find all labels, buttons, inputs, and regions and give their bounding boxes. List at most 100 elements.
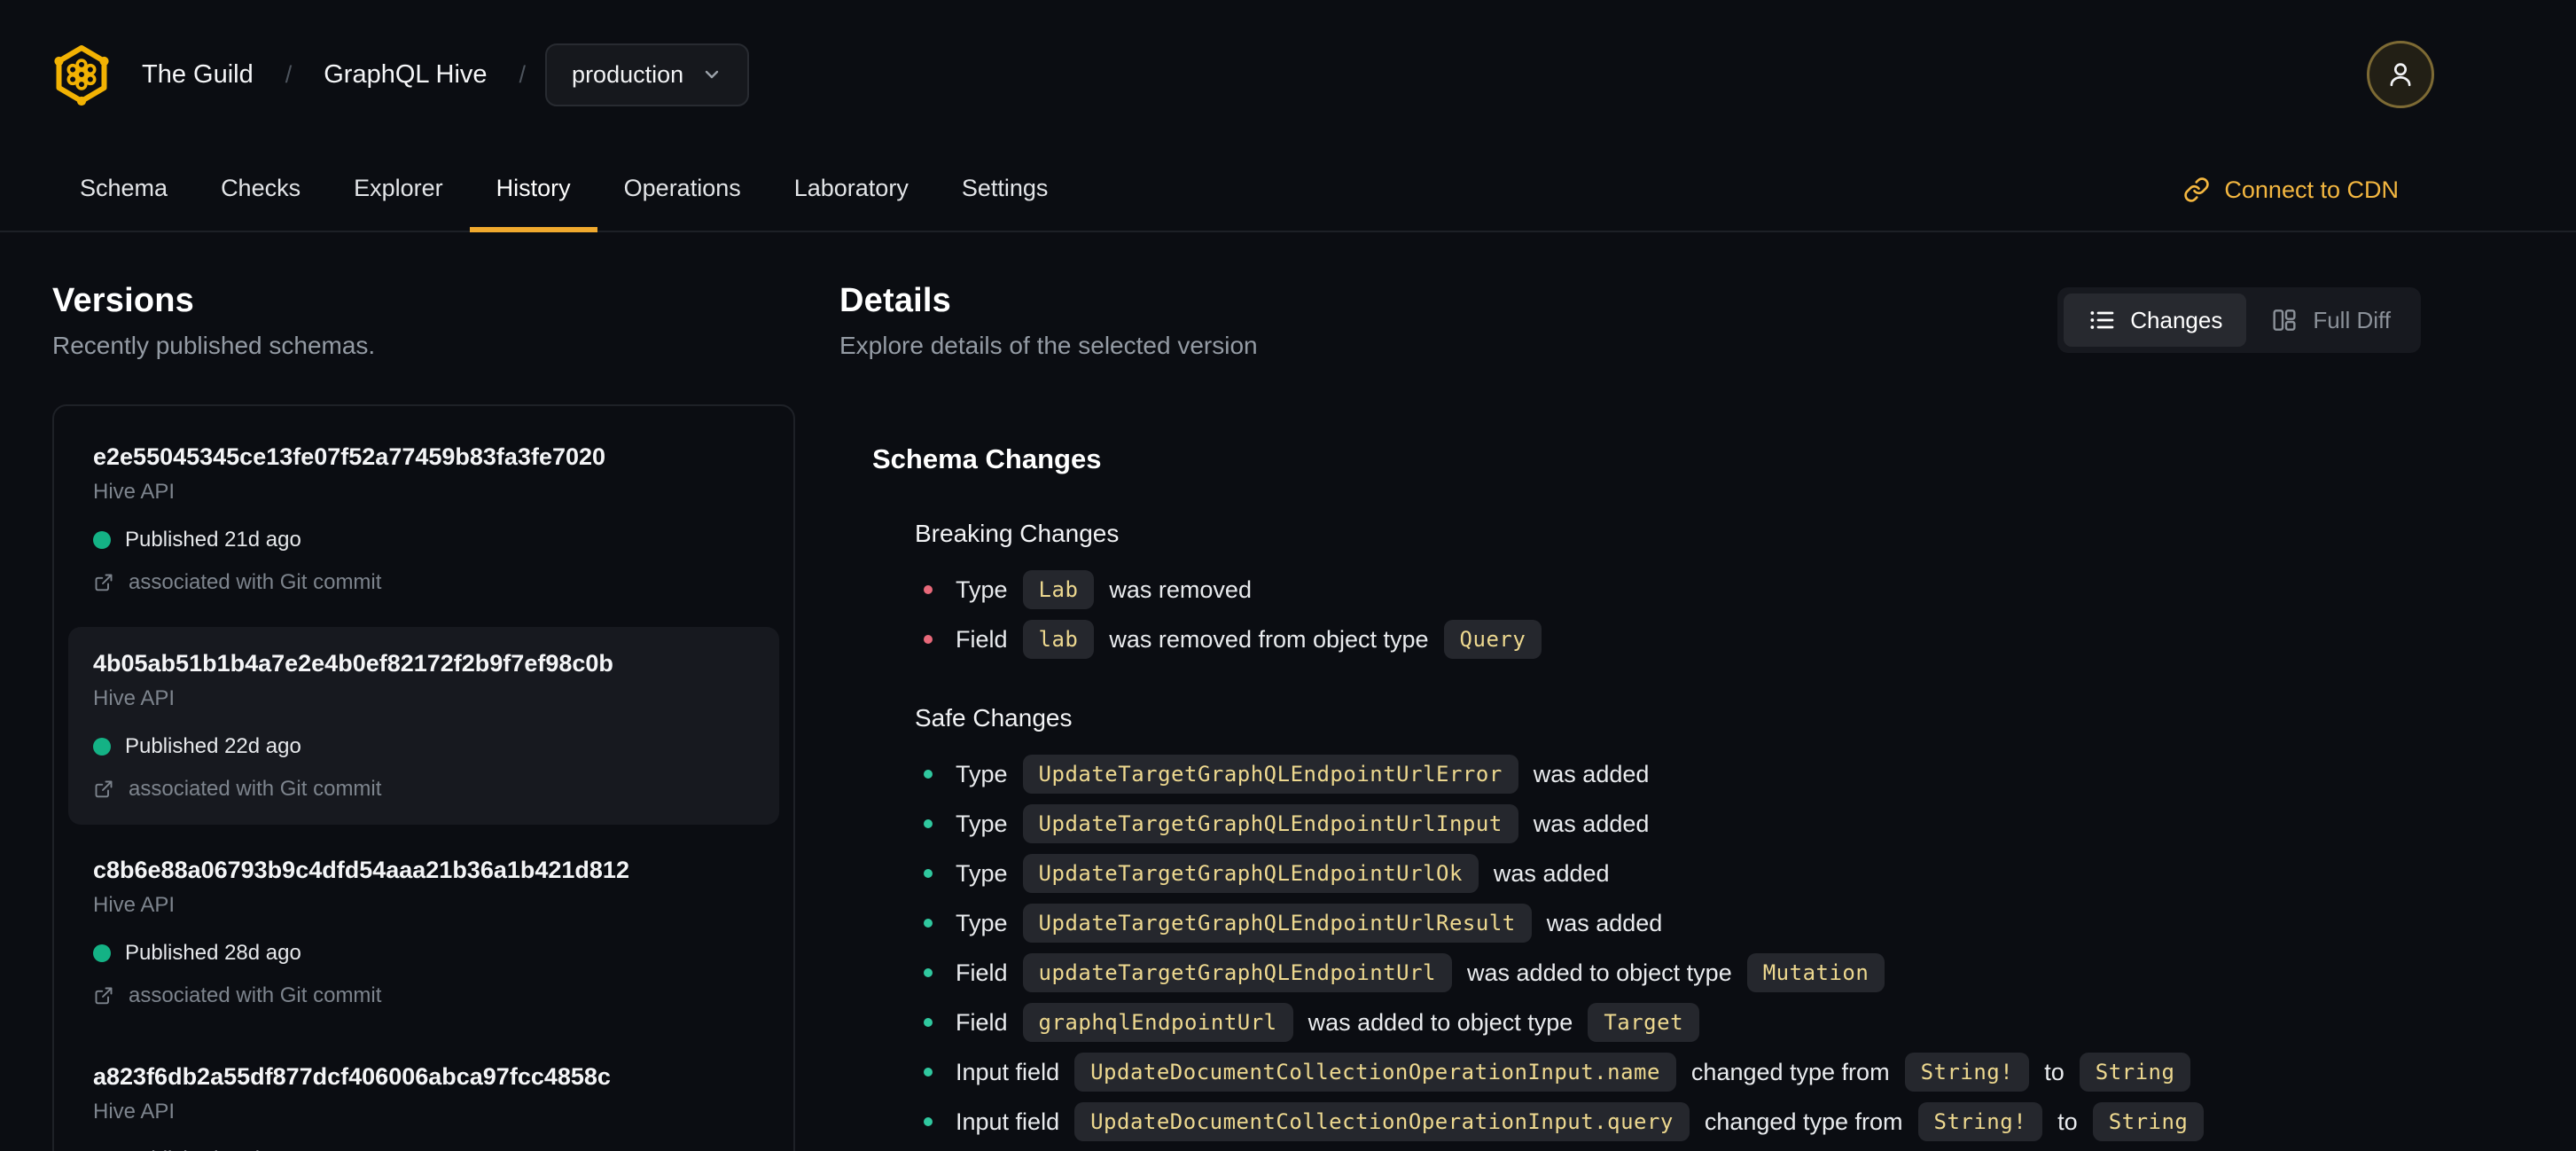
app-header: The Guild / GraphQL Hive / production xyxy=(0,0,2576,149)
breadcrumb-project[interactable]: GraphQL Hive xyxy=(324,60,487,90)
change-text: changed type from xyxy=(1690,1058,1890,1085)
change-bullet-icon xyxy=(924,770,933,779)
schema-change-item: Field updateTargetGraphQLEndpointUrl was a… xyxy=(915,952,2421,993)
tab-history[interactable]: History xyxy=(469,149,597,232)
details-header-text: Details Explore details of the selected … xyxy=(839,232,1258,360)
change-bullet-icon xyxy=(924,1018,933,1027)
published-status-dot xyxy=(93,531,111,549)
version-hash: a823f6db2a55df877dcf406006abca97fcc4858c xyxy=(93,1063,611,1090)
version-list-item[interactable]: a823f6db2a55df877dcf406006abca97fcc4858c… xyxy=(68,1040,779,1151)
version-hash: c8b6e88a06793b9c4dfd54aaa21b36a1b421d812 xyxy=(93,857,629,883)
tab-checks[interactable]: Checks xyxy=(194,149,327,232)
version-published-row: Published 28d ago xyxy=(93,941,754,966)
change-description: Type UpdateTargetGraphQLEndpointUrlError w… xyxy=(956,755,1649,794)
version-list-item[interactable]: c8b6e88a06793b9c4dfd54aaa21b36a1b421d812… xyxy=(68,834,779,1031)
version-published-row: Published 21d ago xyxy=(93,528,754,552)
history-page: Versions Recently published schemas. e2e… xyxy=(0,232,2576,1151)
code-chip: UpdateDocumentCollectionOperationInput.n… xyxy=(1074,1053,1676,1092)
schema-change-item: Input field UpdateDocumentCollectionOpera… xyxy=(915,1052,2421,1092)
code-chip: Lab xyxy=(1022,570,1095,609)
code-chip: graphqlEndpointUrl xyxy=(1022,1003,1293,1042)
git-commit-label: associated with Git commit xyxy=(129,983,382,1007)
change-text: changed type from xyxy=(1704,1108,1903,1135)
changes-view-button[interactable]: Changes xyxy=(2064,294,2247,347)
breaking-changes-list: Type Lab was removed Field lab was removed f… xyxy=(915,569,2421,660)
change-text: was added to object type xyxy=(1308,1008,1573,1036)
git-commit-link[interactable]: associated with Git commit xyxy=(93,777,754,802)
change-text: to xyxy=(2057,1108,2078,1135)
tab-explorer[interactable]: Explorer xyxy=(327,149,470,232)
details-subtitle: Explore details of the selected version xyxy=(839,332,1258,359)
versions-title: Versions xyxy=(52,282,195,319)
change-description: Field updateTargetGraphQLEndpointUrl was a… xyxy=(956,953,1885,992)
safe-changes-title: Safe Changes xyxy=(915,704,1073,732)
version-list-item[interactable]: 4b05ab51b1b4a7e2e4b0ef82172f2b9f7ef98c0b… xyxy=(68,627,779,825)
change-text: was added xyxy=(1493,859,1610,887)
code-chip: UpdateTargetGraphQLEndpointUrlError xyxy=(1022,755,1518,794)
split-columns-icon xyxy=(2273,309,2296,331)
breaking-changes-title: Breaking Changes xyxy=(915,520,1120,547)
code-chip: String xyxy=(2079,1053,2191,1092)
full-diff-view-button[interactable]: Full Diff xyxy=(2246,294,2415,347)
tab-settings[interactable]: Settings xyxy=(935,149,1075,232)
schema-changes-title: Schema Changes xyxy=(872,443,1102,474)
published-time-label: Published 22d ago xyxy=(125,734,301,758)
version-hash: 4b05ab51b1b4a7e2e4b0ef82172f2b9f7ef98c0b xyxy=(93,650,613,677)
change-description: Input field UpdateDocumentCollectionOpera… xyxy=(956,1102,2205,1141)
change-text: was added to object type xyxy=(1467,959,1732,986)
change-bullet-icon xyxy=(924,1117,933,1126)
schema-change-item: Type Lab was removed xyxy=(915,569,2421,610)
git-commit-link[interactable]: associated with Git commit xyxy=(93,570,754,595)
change-bullet-icon xyxy=(924,819,933,828)
target-nav: Schema Checks Explorer History Operations Lab… xyxy=(0,149,2576,232)
breadcrumb-separator: / xyxy=(519,60,527,88)
user-menu-button[interactable] xyxy=(2367,41,2434,108)
external-link-icon xyxy=(95,780,113,798)
schema-change-item: Type UpdateTargetGraphQLEndpointUrlError w… xyxy=(915,754,2421,795)
change-text: Type xyxy=(956,576,1008,603)
schema-change-item: Input field UpdateDocumentCollectionOpera… xyxy=(915,1101,2421,1142)
versions-subtitle: Recently published schemas. xyxy=(52,332,376,359)
breadcrumb-org[interactable]: The Guild xyxy=(142,60,254,90)
schema-change-item: Field lab was removed from object type Quer… xyxy=(915,619,2421,660)
code-chip: String xyxy=(2092,1102,2205,1141)
published-time-label: Published 21d ago xyxy=(125,528,301,552)
change-bullet-icon xyxy=(924,869,933,878)
change-bullet-icon xyxy=(924,635,933,644)
schema-change-item: Type UpdateTargetGraphQLEndpointUrlResult… xyxy=(915,903,2421,944)
version-service-name: Hive API xyxy=(93,686,176,710)
change-text: Input field xyxy=(956,1058,1060,1085)
full-diff-view-label: Full Diff xyxy=(2313,306,2391,333)
details-panel: Details Explore details of the selected … xyxy=(839,232,2421,1151)
version-service-name: Hive API xyxy=(93,893,176,917)
change-bullet-icon xyxy=(924,919,933,928)
tab-operations[interactable]: Operations xyxy=(597,149,768,232)
chevron-down-icon xyxy=(705,70,719,79)
change-text: to xyxy=(2044,1058,2065,1085)
published-status-dot xyxy=(93,738,111,756)
breadcrumb: The Guild / GraphQL Hive / xyxy=(142,60,526,90)
tab-schema[interactable]: Schema xyxy=(53,149,194,232)
details-title: Details xyxy=(839,282,952,319)
change-text: Field xyxy=(956,1008,1008,1036)
change-bullet-icon xyxy=(924,1068,933,1077)
change-text: Type xyxy=(956,810,1008,837)
code-chip: String! xyxy=(1917,1102,2043,1141)
hive-logo-icon[interactable] xyxy=(50,43,113,106)
code-chip: lab xyxy=(1022,620,1095,659)
target-selector[interactable]: production xyxy=(545,43,750,106)
breadcrumb-separator: / xyxy=(285,60,293,88)
git-commit-link[interactable]: associated with Git commit xyxy=(93,983,754,1008)
change-description: Input field UpdateDocumentCollectionOpera… xyxy=(956,1053,2191,1092)
git-commit-label: associated with Git commit xyxy=(129,777,382,801)
code-chip: Target xyxy=(1588,1003,1700,1042)
change-text: was added xyxy=(1533,760,1650,787)
external-link-icon xyxy=(95,987,113,1005)
changes-view-label: Changes xyxy=(2130,306,2223,333)
connect-to-cdn-button[interactable]: Connect to CDN xyxy=(2183,149,2399,231)
version-list-item[interactable]: e2e55045345ce13fe07f52a77459b83fa3fe7020… xyxy=(68,420,779,618)
tab-laboratory[interactable]: Laboratory xyxy=(768,149,935,232)
schema-change-item: Field graphqlEndpointUrl was added to obje… xyxy=(915,1002,2421,1043)
change-text: was added xyxy=(1533,810,1650,837)
change-text: was removed xyxy=(1109,576,1252,603)
